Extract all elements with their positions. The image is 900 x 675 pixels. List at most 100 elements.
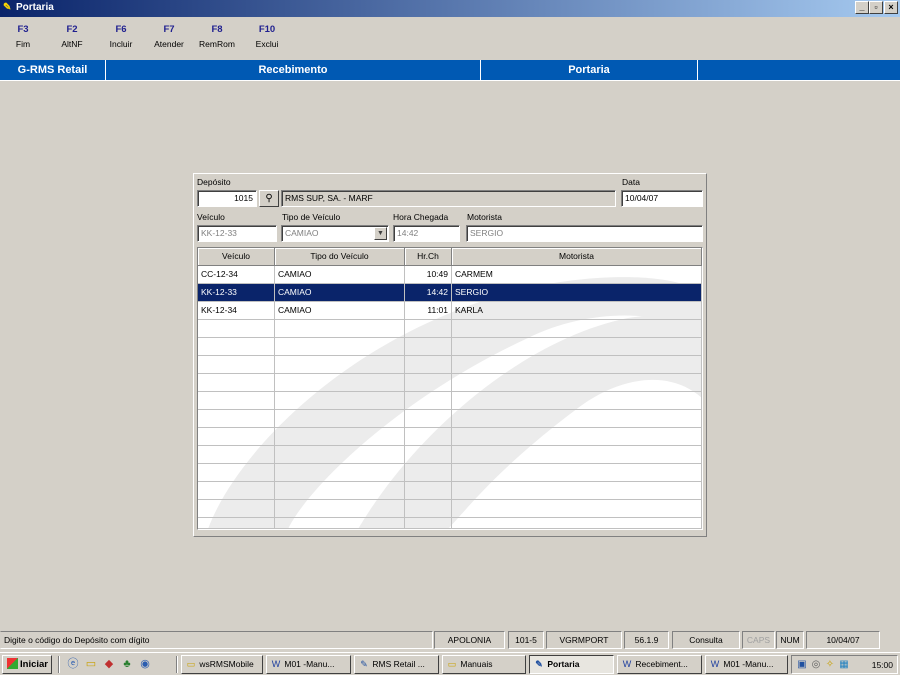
data-input[interactable]: 10/04/07: [621, 190, 703, 207]
windows-logo-icon: [7, 658, 18, 669]
table-row[interactable]: KK-12-34 CAMIAO 11:01 KARLA: [198, 302, 702, 320]
empty-row[interactable]: [198, 428, 702, 446]
cell-veiculo: CC-12-34: [198, 266, 275, 284]
empty-row[interactable]: [198, 446, 702, 464]
taskbar-button-m01-manual[interactable]: W M01 -Manu...: [266, 655, 351, 674]
app-quicklaunch-icon[interactable]: ◆: [102, 657, 116, 671]
f8-remrom-button[interactable]: F8 RemRom: [196, 24, 238, 49]
deposito-name-field: RMS SUP, SA. - MARF: [281, 190, 616, 207]
taskbar-button-m01-manual-2[interactable]: W M01 -Manu...: [705, 655, 788, 674]
empty-row[interactable]: [198, 482, 702, 500]
column-header-hora[interactable]: Hr.Ch: [405, 248, 452, 266]
network-icon[interactable]: ▣: [796, 659, 808, 671]
media-quicklaunch-icon[interactable]: ◉: [138, 657, 152, 671]
app-icon: ✎: [360, 659, 368, 669]
function-key-toolbar: F3 Fim F2 AltNF F6 Incluir F7 Atender F8…: [0, 24, 900, 56]
tipo-veiculo-label: Tipo de Veículo: [282, 212, 341, 222]
column-header-veiculo[interactable]: Veículo: [198, 248, 275, 266]
taskbar-button-wsrmsmobile[interactable]: ▭ wsRMSMobile: [181, 655, 263, 674]
tipo-veiculo-select[interactable]: CAMIAO ▼: [281, 225, 389, 242]
motorista-label: Motorista: [467, 212, 502, 222]
key-label: F10: [258, 24, 276, 35]
f10-exclui-button[interactable]: F10 Exclui: [251, 24, 283, 49]
taskbar-button-label: Recebiment...: [635, 659, 688, 669]
taskbar: Iniciar ⓔ ▭ ◆ ♣ ◉ ▭ wsRMSMobile W M01 -M…: [0, 652, 900, 675]
taskbar-button-label: M01 -Manu...: [723, 659, 774, 669]
column-header-motorista[interactable]: Motorista: [452, 248, 702, 266]
key-label: F6: [115, 24, 127, 35]
taskbar-button-label: Portaria: [547, 659, 580, 669]
explorer-quicklaunch-icon[interactable]: ▭: [84, 657, 98, 671]
key-label: F8: [211, 24, 223, 35]
taskbar-button-label: wsRMSMobile: [199, 659, 254, 669]
start-button[interactable]: Iniciar: [2, 655, 52, 674]
close-button[interactable]: ×: [884, 1, 898, 14]
key-action: Exclui: [255, 39, 279, 49]
divider: [58, 656, 60, 673]
status-version: 56.1.9: [624, 631, 669, 649]
cell-hora: 14:42: [405, 284, 452, 302]
screen-name: Portaria: [481, 60, 698, 80]
empty-row[interactable]: [198, 410, 702, 428]
hora-chegada-label: Hora Chegada: [393, 212, 449, 222]
caps-indicator: CAPS: [742, 631, 775, 649]
ie-quicklaunch-icon[interactable]: ⓔ: [66, 657, 80, 671]
key-label: F2: [66, 24, 78, 35]
window-title-bar[interactable]: ✎ Portaria _ ▫ ×: [0, 0, 900, 17]
f7-atender-button[interactable]: F7 Atender: [150, 24, 188, 49]
empty-row[interactable]: [198, 374, 702, 392]
key-action: Fim: [15, 39, 31, 49]
tipo-veiculo-value: CAMIAO: [285, 228, 319, 238]
taskbar-button-rms-retail[interactable]: ✎ RMS Retail ...: [354, 655, 439, 674]
messenger-quicklaunch-icon[interactable]: ♣: [120, 657, 134, 671]
chevron-down-icon[interactable]: ▼: [374, 227, 387, 240]
taskbar-button-portaria[interactable]: ✎ Portaria: [529, 655, 614, 674]
cell-veiculo: KK-12-33: [198, 284, 275, 302]
binoculars-search-button[interactable]: ⚲: [259, 190, 279, 207]
status-mode: Consulta: [672, 631, 740, 649]
empty-row[interactable]: [198, 338, 702, 356]
motorista-input[interactable]: SERGIO: [466, 225, 703, 242]
empty-row[interactable]: [198, 392, 702, 410]
key-action: Atender: [154, 39, 184, 49]
f2-altnf-button[interactable]: F2 AltNF: [56, 24, 88, 49]
column-header-tipo[interactable]: Tipo do Veículo: [275, 248, 405, 266]
taskbar-button-label: Manuais: [460, 659, 493, 669]
maximize-button[interactable]: ▫: [869, 1, 883, 14]
update-icon[interactable]: ▦: [838, 659, 850, 671]
deposito-code-input[interactable]: 1015: [197, 190, 257, 207]
status-program: VGRMPORT: [546, 631, 622, 649]
table-row[interactable]: CC-12-34 CAMIAO 10:49 CARMEM: [198, 266, 702, 284]
system-tray: ▣ ◎ ✧ ▦ 15:00: [791, 655, 898, 674]
security-shield-icon[interactable]: ✧: [824, 659, 836, 671]
portaria-grid[interactable]: Veículo Tipo do Veículo Hr.Ch Motorista …: [197, 247, 703, 530]
taskbar-button-recebimento[interactable]: W Recebiment...: [617, 655, 702, 674]
table-row-selected[interactable]: KK-12-33 CAMIAO 14:42 SERGIO: [198, 284, 702, 302]
empty-row[interactable]: [198, 320, 702, 338]
folder-icon: ▭: [447, 659, 457, 669]
word-doc-icon: W: [622, 659, 632, 669]
cell-hora: 10:49: [405, 266, 452, 284]
clock[interactable]: 15:00: [872, 658, 893, 672]
binoculars-icon: ⚲: [265, 193, 273, 204]
empty-row[interactable]: [198, 518, 702, 529]
window-title: Portaria: [16, 2, 54, 13]
veiculo-input[interactable]: KK-12-33: [197, 225, 277, 242]
empty-row[interactable]: [198, 356, 702, 374]
word-doc-icon: W: [710, 659, 720, 669]
taskbar-button-manuais[interactable]: ▭ Manuais: [442, 655, 526, 674]
grid-header: Veículo Tipo do Veículo Hr.Ch Motorista: [198, 248, 702, 266]
f6-incluir-button[interactable]: F6 Incluir: [105, 24, 137, 49]
deposito-label: Depósito: [197, 177, 231, 187]
empty-row[interactable]: [198, 464, 702, 482]
cell-motorista: SERGIO: [452, 284, 702, 302]
cell-veiculo: KK-12-34: [198, 302, 275, 320]
hora-chegada-input[interactable]: 14:42: [393, 225, 460, 242]
minimize-button[interactable]: _: [855, 1, 869, 14]
antivirus-icon[interactable]: ◎: [810, 659, 822, 671]
key-action: AltNF: [61, 39, 83, 49]
cell-tipo: CAMIAO: [275, 284, 405, 302]
header-bar: G-RMS Retail Recebimento Portaria: [0, 60, 900, 81]
f3-fim-button[interactable]: F3 Fim: [9, 24, 37, 49]
empty-row[interactable]: [198, 500, 702, 518]
